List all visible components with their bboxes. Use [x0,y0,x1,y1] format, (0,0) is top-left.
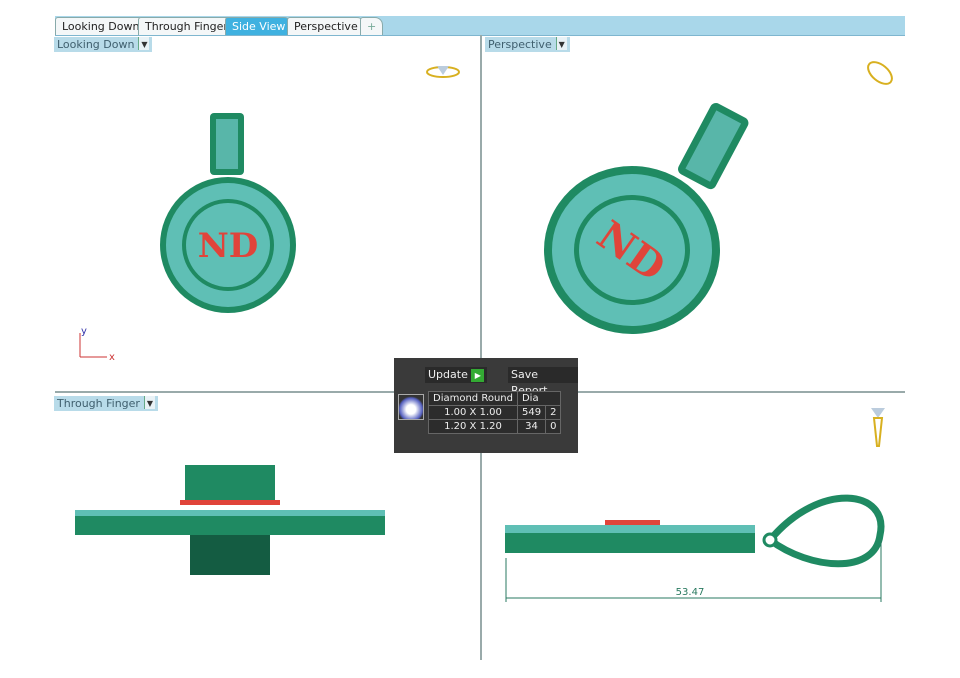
table-header: Diamond Round Dia [428,391,562,406]
tab-perspective[interactable]: Perspective [287,17,365,35]
viewport-menu-perspective[interactable]: Perspective ▼ [485,37,570,52]
diamond-round-icon [398,394,424,420]
ring-orientation-icon [426,66,460,78]
pendant-front-view [75,465,385,575]
axis-indicator-icon: yx [79,326,115,363]
pendant-orientation-icon [871,408,885,447]
save-report-button[interactable]: Save Report [508,367,578,397]
tab-side-view[interactable]: Side View [225,17,293,35]
viewport-menu-through-finger[interactable]: Through Finger ▼ [54,396,158,411]
viewport-label: Through Finger [57,397,140,410]
play-icon: ▶ [471,368,485,382]
table-row: 1.20 X 1.20 34 0 [428,419,562,434]
pendant-letters: ND [198,226,259,266]
tab-through-finger[interactable]: Through Finger [138,17,235,35]
pendant-side-view: 53.47 [505,494,885,602]
stone-report-table: Diamond Round Dia 1.00 X 1.00 549 2 1.20 X … [428,391,562,434]
view-tab-bar: Looking Down Through Finger Side View Pe… [55,16,905,36]
stone-report-panel: Update ▶ Save Report Diamond Round Dia 1.… [394,358,578,453]
viewport-label: Perspective [488,38,552,51]
viewport-menu-looking-down[interactable]: Looking Down ▼ [54,37,153,52]
add-tab-button[interactable]: + [360,17,384,35]
dimension-label: 53.47 [676,587,705,598]
viewport-splitter-vertical[interactable] [480,35,482,660]
svg-text:y: y [81,326,87,337]
ring-orientation-icon [867,61,893,85]
table-row: 1.00 X 1.00 549 2 [428,405,562,420]
pendant-top-view: ND [160,113,296,313]
viewport-label: Looking Down [57,38,135,51]
pendant-perspective-view: ND [544,102,749,334]
chevron-down-icon: ▼ [143,396,155,409]
tab-looking-down[interactable]: Looking Down [55,17,147,35]
update-button[interactable]: Update ▶ [425,367,488,383]
chevron-down-icon: ▼ [555,37,567,50]
chevron-down-icon: ▼ [138,37,150,50]
svg-text:x: x [109,352,115,363]
